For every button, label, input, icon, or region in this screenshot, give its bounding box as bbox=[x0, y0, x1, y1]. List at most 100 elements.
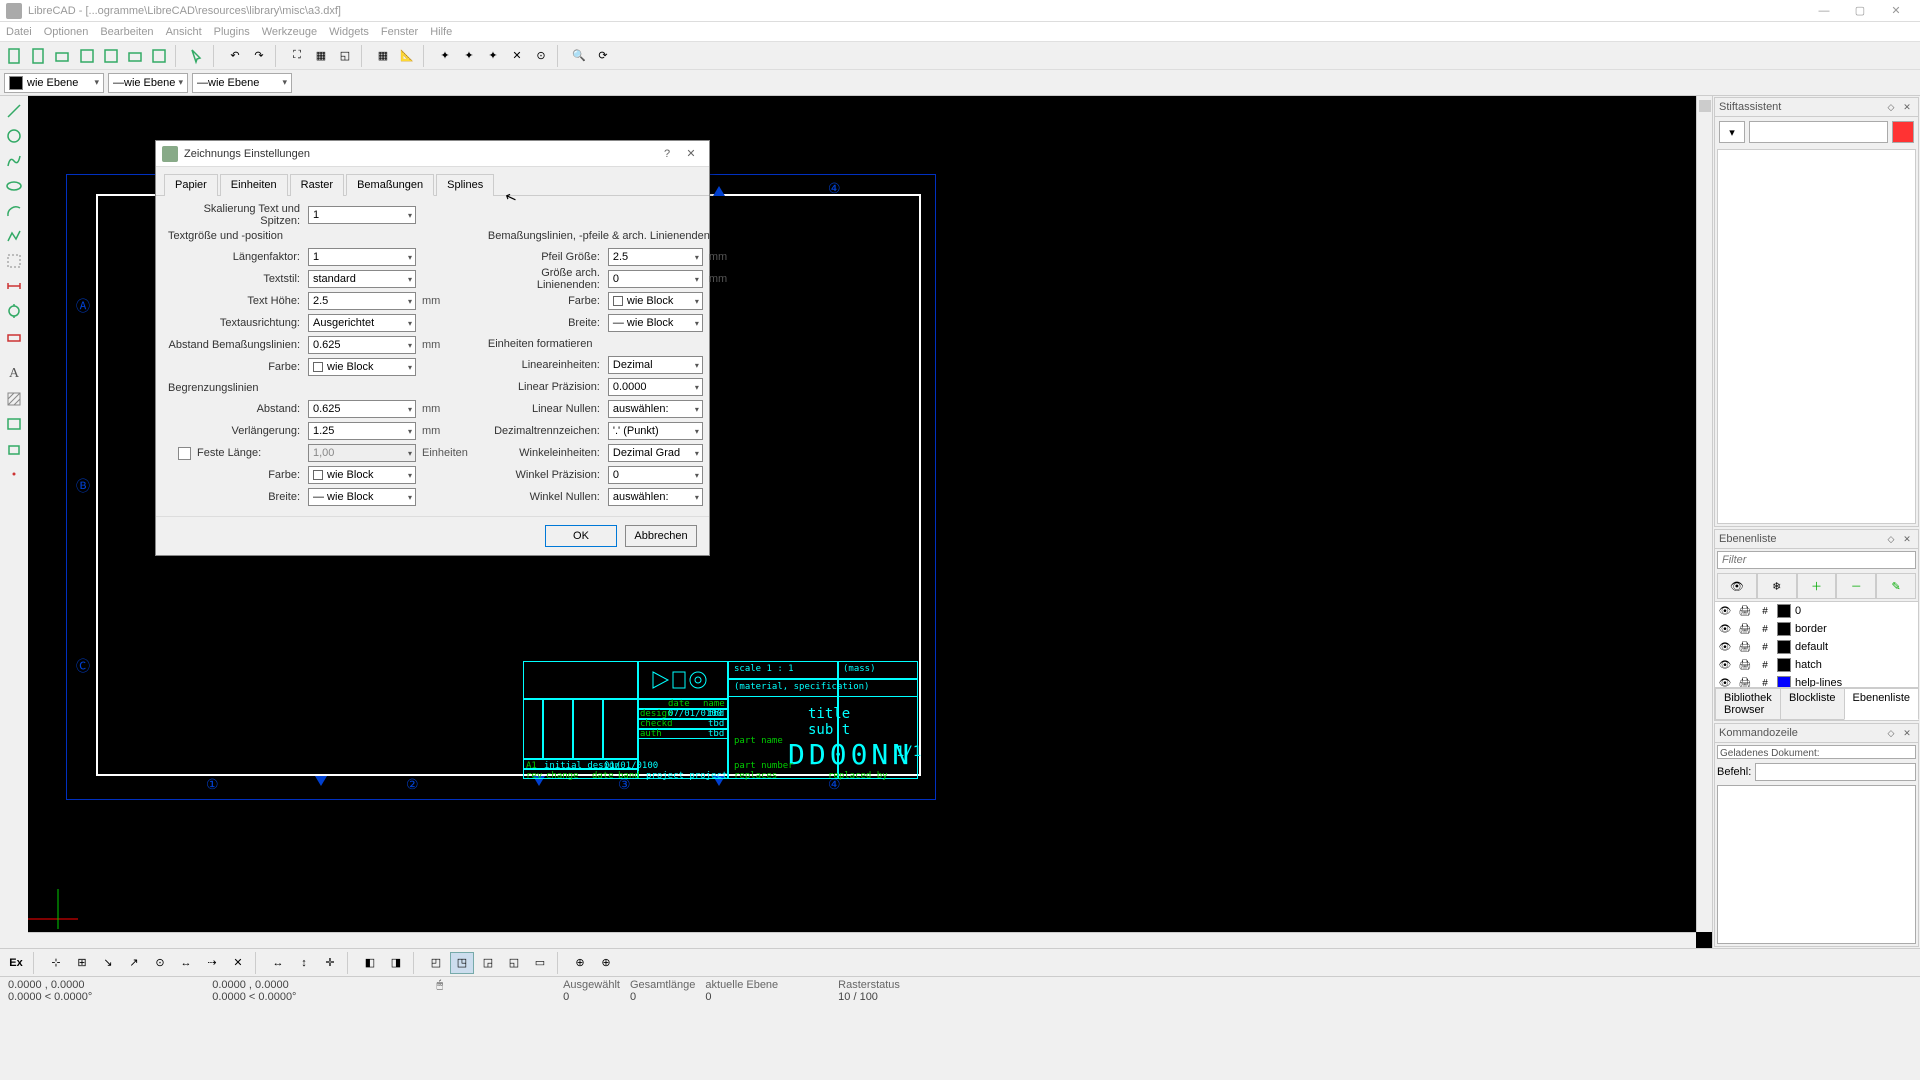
iso-auto-icon[interactable]: ▭ bbox=[528, 952, 552, 974]
relzero-icon[interactable]: ◧ bbox=[358, 952, 382, 974]
dialog-help-button[interactable]: ? bbox=[655, 144, 679, 164]
zoom-lens-button[interactable]: 🔍 bbox=[568, 45, 590, 67]
info-tool-icon[interactable] bbox=[3, 325, 25, 347]
cancel-button[interactable]: Abbrechen bbox=[625, 525, 697, 547]
tab-splines[interactable]: Splines bbox=[436, 174, 494, 196]
linetype-combo[interactable]: — wie Ebene bbox=[192, 73, 292, 93]
menu-werkzeuge[interactable]: Werkzeuge bbox=[262, 26, 317, 38]
zoom-auto-button[interactable]: ▦ bbox=[310, 45, 332, 67]
menu-widgets[interactable]: Widgets bbox=[329, 26, 369, 38]
layer-filter-input[interactable] bbox=[1717, 551, 1916, 569]
angle-units-combo[interactable]: Dezimal Grad bbox=[608, 444, 703, 462]
point-tool-icon[interactable] bbox=[3, 463, 25, 485]
snap-center-icon[interactable]: ⊙ bbox=[148, 952, 172, 974]
canvas-hscroll[interactable] bbox=[28, 932, 1696, 948]
tab-bibliothek[interactable]: Bibliothek Browser bbox=[1715, 688, 1781, 720]
dock-float-icon[interactable]: ◇ bbox=[1884, 532, 1898, 546]
scale-combo[interactable]: 1 bbox=[308, 206, 416, 224]
length-factor-combo[interactable]: 1 bbox=[308, 248, 416, 266]
modify-tool-icon[interactable] bbox=[3, 300, 25, 322]
menu-ansicht[interactable]: Ansicht bbox=[166, 26, 202, 38]
zoom-previous-button[interactable]: ◱ bbox=[334, 45, 356, 67]
layer-freeze-button[interactable]: ❄ bbox=[1757, 573, 1797, 599]
arch-tick-combo[interactable]: 0 bbox=[608, 270, 703, 288]
polyline-tool-icon[interactable] bbox=[3, 225, 25, 247]
dim-color-combo[interactable]: wie Block bbox=[608, 292, 703, 310]
plus1-icon[interactable]: ⊕ bbox=[568, 952, 592, 974]
zoom-region-button[interactable]: ⛶ bbox=[286, 45, 308, 67]
line-tool-icon[interactable] bbox=[3, 100, 25, 122]
linear-precision-combo[interactable]: 0.0000 bbox=[608, 378, 703, 396]
layer-remove-button[interactable]: － bbox=[1836, 573, 1876, 599]
dock-float-icon[interactable]: ◇ bbox=[1884, 726, 1898, 740]
snap-on-icon[interactable]: ↗ bbox=[122, 952, 146, 974]
print-preview-button[interactable] bbox=[148, 45, 170, 67]
menu-fenster[interactable]: Fenster bbox=[381, 26, 418, 38]
text-color-combo[interactable]: wie Block bbox=[308, 358, 416, 376]
canvas-vscroll[interactable] bbox=[1696, 96, 1712, 932]
snap-center-button[interactable]: ⊙ bbox=[530, 45, 552, 67]
snap-mid-icon[interactable]: ↔ bbox=[174, 952, 198, 974]
restrict-ortho-icon[interactable]: ✛ bbox=[318, 952, 342, 974]
snap-dist-icon[interactable]: ⇢ bbox=[200, 952, 224, 974]
dimension-tool-icon[interactable] bbox=[3, 275, 25, 297]
grid-button[interactable]: ▦ bbox=[372, 45, 394, 67]
ext-width-combo[interactable]: — wie Block bbox=[308, 488, 416, 506]
stift-apply-button[interactable] bbox=[1892, 121, 1914, 143]
snap-end-button[interactable]: ✦ bbox=[482, 45, 504, 67]
menu-hilfe[interactable]: Hilfe bbox=[430, 26, 452, 38]
decimal-sep-combo[interactable]: '.' (Punkt) bbox=[608, 422, 703, 440]
color-combo[interactable]: wie Ebene bbox=[4, 73, 104, 93]
snap-grid-icon[interactable]: ⊞ bbox=[70, 952, 94, 974]
curve-tool-icon[interactable] bbox=[3, 150, 25, 172]
maximize-button[interactable]: ▢ bbox=[1842, 1, 1878, 21]
dock-close-icon[interactable]: ✕ bbox=[1900, 532, 1914, 546]
fixed-length-checkbox[interactable] bbox=[178, 447, 191, 460]
dim-width-combo[interactable]: — wie Block bbox=[608, 314, 703, 332]
layer-list[interactable]: 👁🖨#0 👁🖨#border 👁🖨#default 👁🖨#hatch 👁🖨#he… bbox=[1715, 602, 1918, 687]
stift-color-button[interactable]: ▾ bbox=[1719, 121, 1745, 143]
menu-datei[interactable]: Datei bbox=[6, 26, 32, 38]
dock-close-icon[interactable]: ✕ bbox=[1900, 726, 1914, 740]
angle-precision-combo[interactable]: 0 bbox=[608, 466, 703, 484]
hatch-tool-icon[interactable] bbox=[3, 388, 25, 410]
dialog-close-button[interactable]: ✕ bbox=[679, 144, 703, 164]
iso-off-icon[interactable]: ◱ bbox=[502, 952, 526, 974]
circle-tool-icon[interactable] bbox=[3, 125, 25, 147]
tab-einheiten[interactable]: Einheiten bbox=[220, 174, 288, 196]
new-template-button[interactable] bbox=[28, 45, 50, 67]
print-button[interactable] bbox=[124, 45, 146, 67]
dock-close-icon[interactable]: ✕ bbox=[1900, 100, 1914, 114]
ok-button[interactable]: OK bbox=[545, 525, 617, 547]
iso-right-icon[interactable]: ◲ bbox=[476, 952, 500, 974]
tab-ebenenliste[interactable]: Ebenenliste bbox=[1844, 688, 1920, 720]
fixed-length-spin[interactable]: 1,00 bbox=[308, 444, 416, 462]
redo-button[interactable]: ↷ bbox=[248, 45, 270, 67]
layer-add-button[interactable]: ＋ bbox=[1797, 573, 1837, 599]
minimize-button[interactable]: — bbox=[1806, 1, 1842, 21]
iso-top-icon[interactable]: ◳ bbox=[450, 952, 474, 974]
dock-float-icon[interactable]: ◇ bbox=[1884, 100, 1898, 114]
arrow-size-combo[interactable]: 2.5 bbox=[608, 248, 703, 266]
draft-button[interactable]: 📐 bbox=[396, 45, 418, 67]
snap-int-icon[interactable]: ✕ bbox=[226, 952, 250, 974]
menu-bearbeiten[interactable]: Bearbeiten bbox=[100, 26, 153, 38]
snap-grid-button[interactable]: ✦ bbox=[458, 45, 480, 67]
angle-zeros-combo[interactable]: auswählen: bbox=[608, 488, 703, 506]
save-button[interactable] bbox=[76, 45, 98, 67]
ext-offset-combo[interactable]: 0.625 bbox=[308, 400, 416, 418]
close-button[interactable]: ✕ bbox=[1878, 1, 1914, 21]
tab-papier[interactable]: Papier bbox=[164, 174, 218, 196]
text-height-combo[interactable]: 2.5 bbox=[308, 292, 416, 310]
tab-bemassungen[interactable]: Bemaßungen bbox=[346, 174, 434, 196]
plus2-icon[interactable]: ⊕ bbox=[594, 952, 618, 974]
ext-color-combo[interactable]: wie Block bbox=[308, 466, 416, 484]
select-tool-icon[interactable] bbox=[3, 250, 25, 272]
snap-intersect-button[interactable]: ✕ bbox=[506, 45, 528, 67]
snap-end-icon[interactable]: ↘ bbox=[96, 952, 120, 974]
image-tool-icon[interactable] bbox=[3, 413, 25, 435]
tab-blockliste[interactable]: Blockliste bbox=[1780, 688, 1844, 720]
cmd-history[interactable] bbox=[1717, 785, 1916, 944]
arc-tool-icon[interactable] bbox=[3, 200, 25, 222]
width-combo[interactable]: — wie Ebene bbox=[108, 73, 188, 93]
